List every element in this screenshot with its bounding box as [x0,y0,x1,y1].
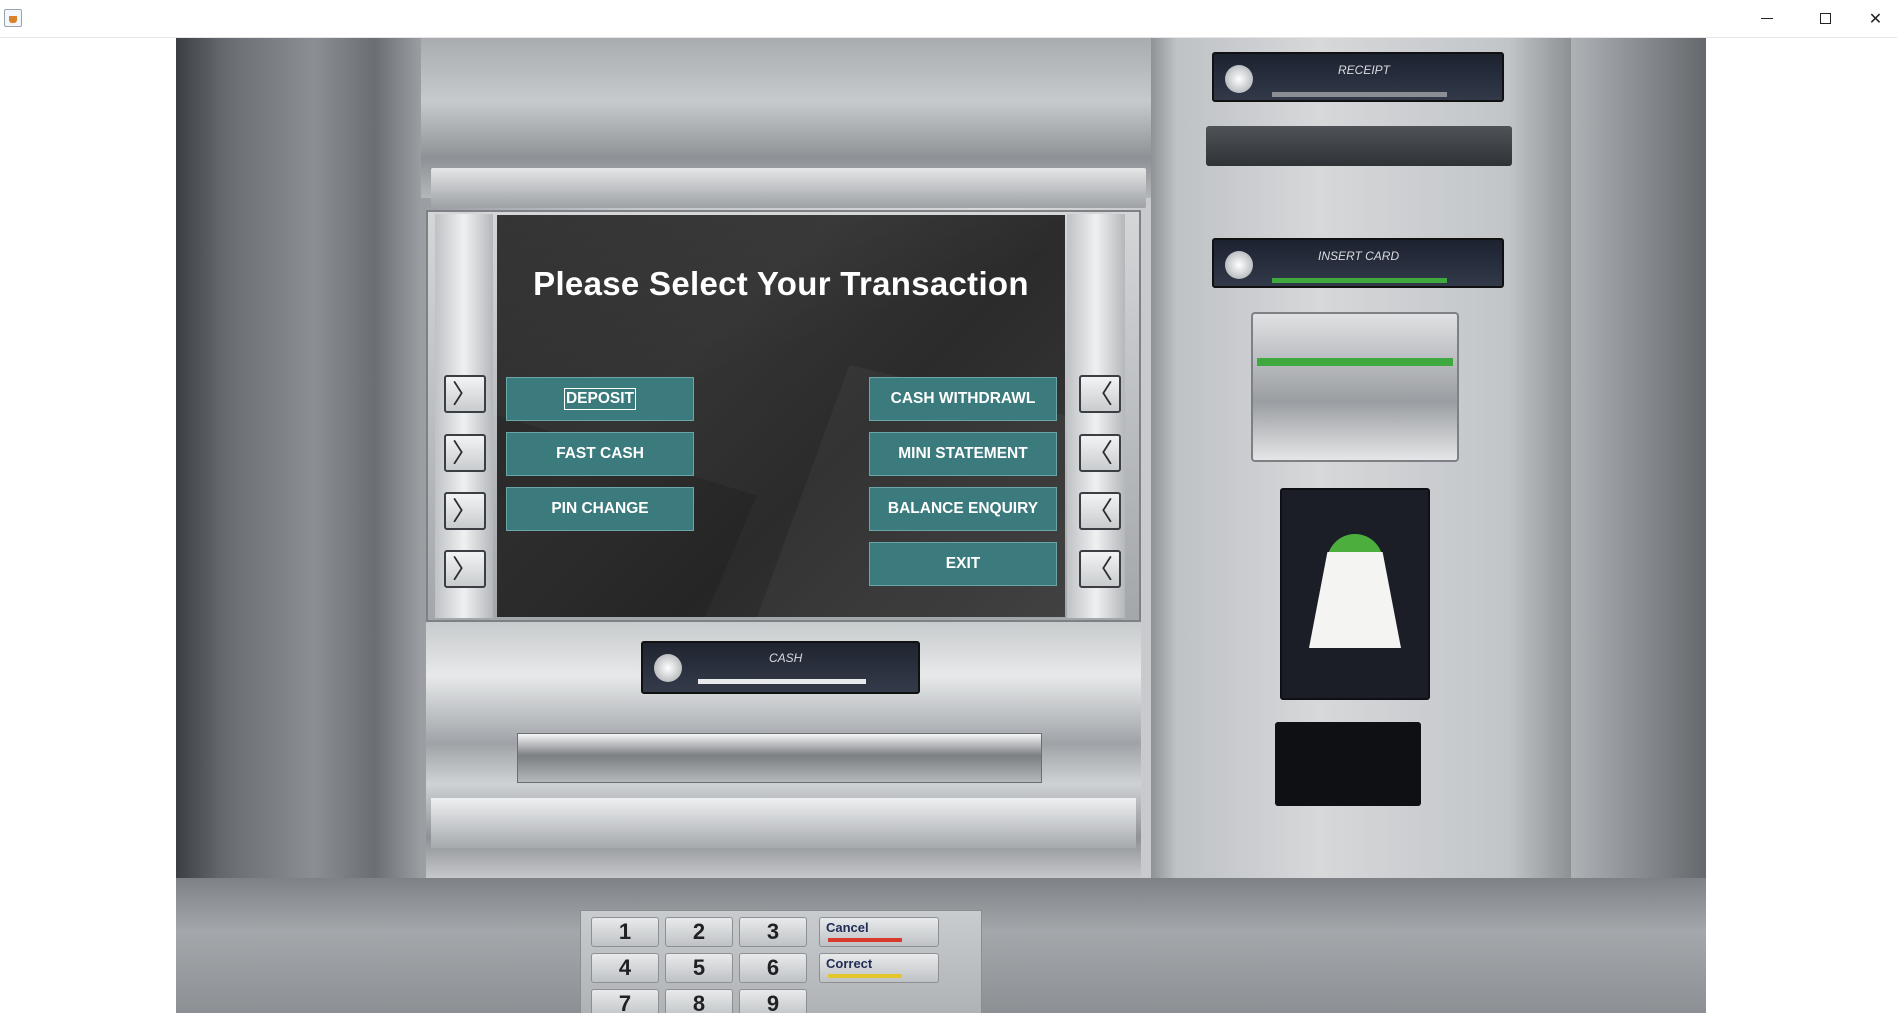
keypad-key-2: 2 [665,917,733,947]
keypad-key-6: 6 [739,953,807,983]
chevron-left-icon: 〈 [1086,379,1113,409]
left-side-key-1: 〉 [444,375,486,413]
chevron-right-icon: 〉 [451,496,478,526]
envelope-icon [1309,552,1401,648]
right-side-key-4: 〈 [1079,550,1121,588]
cash-dispenser-slot [517,733,1042,783]
maximize-button[interactable] [1796,0,1854,37]
keypad-key-9: 9 [739,989,807,1013]
globe-logo-icon [654,654,682,682]
pin-change-button[interactable]: PIN CHANGE [506,487,694,531]
cash-label-plate: CASH [641,641,920,694]
receipt-plate: RECEIPT [1212,52,1504,102]
deposit-envelope-unit [1280,488,1430,700]
receipt-label-text: RECEIPT [1338,63,1391,77]
atm-screen: Please Select Your Transaction DEPOSIT F… [497,215,1065,617]
left-side-key-3: 〉 [444,492,486,530]
card-reader-slot [1251,312,1459,462]
exit-button[interactable]: EXIT [869,542,1057,586]
keypad-key-7: 7 [591,989,659,1013]
left-side-key-2: 〉 [444,434,486,472]
chevron-left-icon: 〈 [1086,496,1113,526]
mini-statement-button[interactable]: MINI STATEMENT [869,432,1057,476]
close-icon: ✕ [1868,10,1883,28]
pin-keypad: 1 2 3 4 5 6 7 8 9 Cancel Correct [580,910,982,1013]
atm-frame-edge [176,38,216,1013]
chevron-left-icon: 〈 [1086,554,1113,584]
right-side-key-3: 〈 [1079,492,1121,530]
right-side-key-2: 〈 [1079,434,1121,472]
cash-withdrawal-button[interactable]: CASH WITHDRAWL [869,377,1057,421]
transaction-title: Please Select Your Transaction [533,265,1029,302]
right-side-key-1: 〈 [1079,375,1121,413]
deposit-button[interactable]: DEPOSIT [506,377,694,421]
keypad-correct-key: Correct [819,953,939,983]
keypad-key-1: 1 [591,917,659,947]
atm-ledge [431,798,1136,848]
java-app-icon [4,9,22,27]
receipt-slot [1206,126,1512,166]
minimize-icon [1761,18,1773,19]
keypad-key-3: 3 [739,917,807,947]
insert-card-plate: INSERT CARD [1212,238,1504,288]
chevron-left-icon: 〈 [1086,438,1113,468]
yellow-stripe [828,974,902,978]
deposit-slot [1275,722,1421,806]
card-reader-light [1257,358,1453,366]
window-title-bar: ✕ [0,0,1897,38]
balance-enquiry-button[interactable]: BALANCE ENQUIRY [869,487,1057,531]
red-stripe [828,938,902,942]
keypad-key-5: 5 [665,953,733,983]
chevron-right-icon: 〉 [451,379,478,409]
minimize-button[interactable] [1738,0,1796,37]
cash-label-text: CASH [769,651,803,665]
label-bar [698,679,866,684]
maximize-icon [1819,13,1831,24]
keypad-key-4: 4 [591,953,659,983]
atm-housing-rim [431,168,1146,208]
fast-cash-button[interactable]: FAST CASH [506,432,694,476]
insert-card-label-text: INSERT CARD [1318,249,1400,263]
keypad-key-8: 8 [665,989,733,1013]
globe-logo-icon [1225,251,1253,279]
label-bar [1272,92,1447,97]
close-button[interactable]: ✕ [1854,0,1897,37]
card-status-bar [1272,278,1447,283]
left-side-key-4: 〉 [444,550,486,588]
chevron-right-icon: 〉 [451,438,478,468]
keypad-cancel-key: Cancel [819,917,939,947]
atm-background-image: 〉 〉 〉 〉 〈 〈 〈 〈 Please Select Your Trans… [176,38,1706,1013]
chevron-right-icon: 〉 [451,554,478,584]
lock-logo-icon [1225,65,1253,93]
